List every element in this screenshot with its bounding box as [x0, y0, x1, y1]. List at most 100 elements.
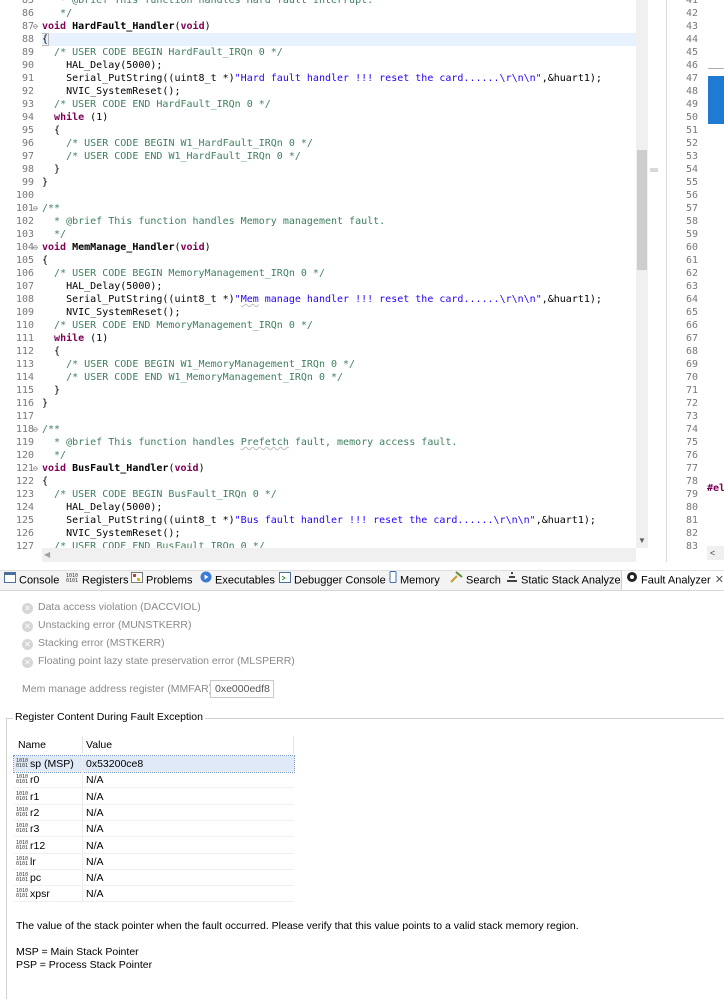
code-line[interactable]: /**	[42, 423, 636, 436]
tab-fault-analyzer[interactable]: Fault Analyzer ✕	[621, 571, 724, 590]
code-line[interactable]: NVIC_SystemReset();	[42, 85, 636, 98]
code-line[interactable]: {	[42, 124, 636, 137]
register-table-header: Name Value	[14, 736, 294, 754]
code-line[interactable]: */	[42, 449, 636, 462]
ruler-marker[interactable]	[650, 168, 658, 172]
selection-highlight-bar	[708, 76, 724, 124]
tab-executables[interactable]: Executables	[200, 571, 275, 590]
register-icon: 1010 0101	[16, 806, 29, 818]
code-line[interactable]: }	[42, 163, 636, 176]
fold-toggle-icon[interactable]: ⊖	[33, 202, 38, 215]
table-row[interactable]: 1010 0101 r3 N/A	[14, 821, 294, 838]
partial-code-text: #el	[707, 483, 724, 494]
secondary-line-number: 47	[685, 73, 698, 84]
code-line[interactable]: /* USER CODE BEGIN MemoryManagement_IRQn…	[42, 267, 636, 280]
line-number: 122	[15, 476, 34, 487]
code-line[interactable]: */	[42, 7, 636, 20]
fold-toggle-icon[interactable]: ⊖	[33, 241, 38, 254]
code-line[interactable]: }	[42, 176, 636, 189]
table-row[interactable]: 1010 0101 r12 N/A	[14, 837, 294, 854]
code-line[interactable]: /* USER CODE END W1_MemoryManagement_IRQ…	[42, 371, 636, 384]
scroll-down-arrow-icon[interactable]: ▼	[636, 536, 648, 546]
code-line[interactable]: /* USER CODE BEGIN W1_HardFault_IRQn 0 *…	[42, 137, 636, 150]
column-header-name[interactable]: Name	[18, 736, 46, 754]
code-line[interactable]: /**	[42, 202, 636, 215]
code-line[interactable]: HAL_Delay(5000);	[42, 280, 636, 293]
code-line[interactable]: HAL_Delay(5000);	[42, 501, 636, 514]
tab-console[interactable]: Console	[4, 571, 59, 590]
mmfar-label: Mem manage address register (MMFAR):	[22, 683, 216, 695]
psp-legend: PSP = Process Stack Pointer	[16, 959, 153, 971]
code-line[interactable]: */	[42, 228, 636, 241]
editor-horizontal-scrollbar[interactable]: ◀	[42, 548, 636, 562]
code-token: */	[42, 8, 73, 19]
code-line[interactable]: {	[42, 33, 636, 46]
code-line[interactable]: Serial_PutString((uint8_t *)"Mem manage …	[42, 293, 636, 306]
code-line[interactable]: /* USER CODE END BusFault IROn 0 */	[42, 540, 636, 548]
console-icon	[4, 571, 16, 590]
scroll-left-arrow-icon[interactable]: ◀	[44, 548, 54, 562]
code-line[interactable]: HAL_Delay(5000);	[42, 59, 636, 72]
tab-debugger-console[interactable]: Debugger Console	[279, 571, 386, 590]
tab-label: Executables	[215, 574, 275, 587]
code-line[interactable]: /* USER CODE BEGIN W1_MemoryManagement_I…	[42, 358, 636, 371]
table-row[interactable]: 1010 0101 pc N/A	[14, 870, 294, 887]
code-line[interactable]: /* USER CODE BEGIN BusFault_IRQn 0 */	[42, 488, 636, 501]
table-row[interactable]: 1010 0101 sp (MSP) 0x53200ce8	[13, 755, 295, 773]
code-line[interactable]: * @brief This function handles Memory ma…	[42, 215, 636, 228]
column-separator[interactable]	[82, 736, 83, 754]
line-number: 90	[21, 60, 34, 71]
fold-toggle-icon[interactable]: ⊖	[33, 423, 38, 436]
code-line[interactable]: /* USER CODE BEGIN HardFault_IRQn 0 */	[42, 46, 636, 59]
code-line[interactable]: Serial_PutString((uint8_t *)"Hard fault …	[42, 72, 636, 85]
table-row[interactable]: 1010 0101 lr N/A	[14, 853, 294, 870]
code-line[interactable]: while (1)	[42, 332, 636, 345]
table-row[interactable]: 1010 0101 r1 N/A	[14, 788, 294, 805]
code-editor[interactable]: 85 86 87 ⊖ 88 89 90 91 92 93 94 95 96 97 98 99 100 101 ⊖ 10…	[0, 0, 724, 562]
tab-registers[interactable]: 1010 0101 Registers	[66, 571, 128, 590]
tab-memory[interactable]: Memory	[389, 571, 440, 590]
fold-toggle-icon[interactable]: ⊖	[33, 20, 38, 33]
code-line[interactable]: Serial_PutString((uint8_t *)"Bus fault h…	[42, 514, 636, 527]
code-token: HAL_Delay(5000);	[42, 60, 163, 71]
code-line[interactable]: /* USER CODE END W1_HardFault_IRQn 0 */	[42, 150, 636, 163]
code-line[interactable]: }	[42, 384, 636, 397]
table-row[interactable]: 1010 0101 r0 N/A	[14, 772, 294, 789]
code-line[interactable]: * @brief This function handles Hard faul…	[42, 0, 636, 7]
tab-label: Fault Analyzer	[641, 574, 711, 587]
fold-toggle-icon[interactable]: ⊖	[33, 462, 38, 475]
tab-problems[interactable]: Problems	[131, 571, 192, 590]
scrollbar-thumb[interactable]	[637, 150, 647, 270]
code-line[interactable]: void BusFault_Handler(void)	[42, 462, 636, 475]
code-line[interactable]: /* USER CODE END HardFault_IRQn 0 */	[42, 98, 636, 111]
editor-vertical-scrollbar[interactable]: ▼	[636, 0, 648, 548]
code-line[interactable]: {	[42, 475, 636, 488]
column-separator[interactable]	[293, 736, 294, 754]
code-line[interactable]: NVIC_SystemReset();	[42, 527, 636, 540]
mmfar-value-field[interactable]: 0xe000edf8	[210, 680, 274, 698]
tab-static-stack-analyzer[interactable]: Static Stack Analyzer	[506, 571, 624, 590]
code-line[interactable]	[42, 189, 636, 202]
register-description: The value of the stack pointer when the …	[16, 920, 579, 932]
code-line[interactable]: }	[42, 397, 636, 410]
secondary-editor-pane[interactable]: 41 42 43 44 45 46 47 48 49 50 51 52 53 54 55 56 57 58 59 60…	[666, 0, 724, 562]
table-row[interactable]: 1010 0101 xpsr N/A	[14, 886, 294, 903]
column-header-value[interactable]: Value	[86, 736, 112, 754]
table-row[interactable]: 1010 0101 r2 N/A	[14, 804, 294, 821]
code-area[interactable]: * @brief This function handles Hard faul…	[42, 0, 636, 548]
code-line[interactable]: /* USER CODE END MemoryManagement_IRQn 0…	[42, 319, 636, 332]
code-line[interactable]: void MemManage_Handler(void)	[42, 241, 636, 254]
code-line[interactable]: NVIC_SystemReset();	[42, 306, 636, 319]
tab-search[interactable]: Search	[450, 571, 501, 590]
code-line[interactable]	[42, 410, 636, 423]
code-line[interactable]: * @brief This function handles Prefetch …	[42, 436, 636, 449]
secondary-line-number: 63	[685, 281, 698, 292]
secondary-scroll-left-icon[interactable]: <	[707, 546, 724, 560]
close-tab-icon[interactable]: ✕	[715, 571, 724, 590]
code-line[interactable]: {	[42, 345, 636, 358]
code-line[interactable]: while (1)	[42, 111, 636, 124]
code-line[interactable]: {	[42, 254, 636, 267]
code-token: {	[42, 125, 61, 136]
code-line[interactable]: void HardFault_Handler(void)	[42, 20, 636, 33]
